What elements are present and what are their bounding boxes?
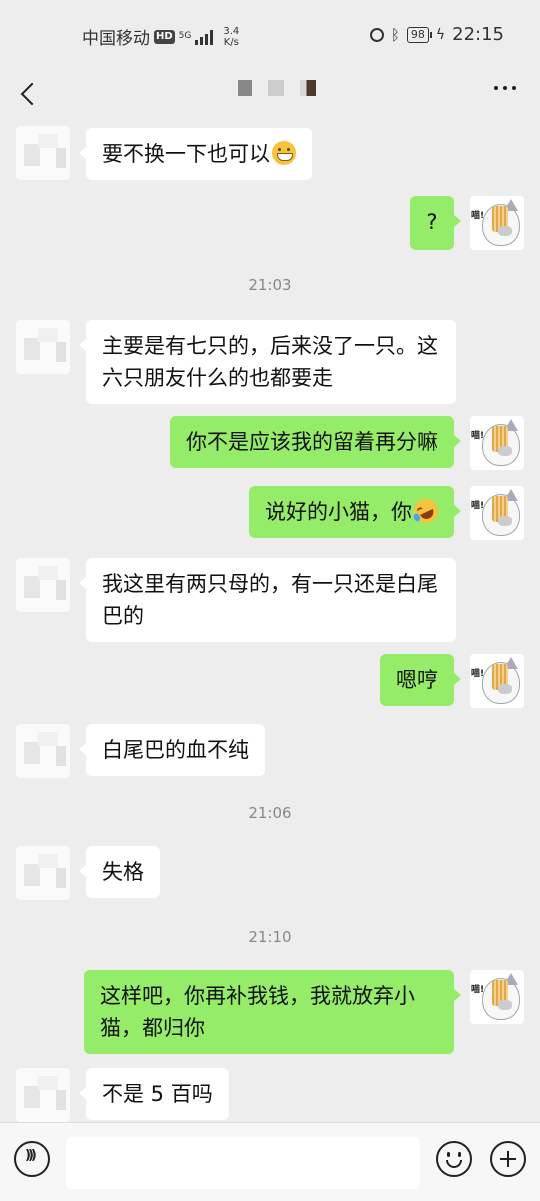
message-row: 白尾巴的血不纯 — [0, 724, 540, 780]
status-time: 22:15 — [452, 24, 504, 45]
message-row: 要不换一下也可以 — [0, 126, 540, 186]
avatar-sticker-text: 喵! — [471, 211, 485, 221]
speed-value: 3.4 — [223, 25, 240, 37]
message-row: 喵! 说好的小猫，你 — [0, 486, 540, 542]
chat-area[interactable]: 要不换一下也可以 喵! ? 21:03 主要是有七只的，后来没了一只。这六只朋友… — [0, 120, 540, 1122]
contact-avatar[interactable] — [16, 1068, 70, 1122]
my-avatar[interactable]: 喵! — [470, 486, 524, 540]
chat-header — [0, 68, 540, 120]
message-bubble-received[interactable]: 白尾巴的血不纯 — [79, 724, 265, 776]
message-bubble-received[interactable]: 要不换一下也可以 — [79, 128, 312, 180]
signal-icon — [195, 29, 214, 45]
avatar-sticker-text: 喵! — [471, 501, 485, 511]
message-bubble-received[interactable]: 不是 5 百吗 — [79, 1068, 229, 1120]
message-row: 主要是有七只的，后来没了一只。这六只朋友什么的也都要走 — [0, 320, 540, 404]
message-bubble-received[interactable]: 失格 — [79, 846, 160, 898]
contact-avatar[interactable] — [16, 126, 70, 180]
back-icon[interactable] — [20, 82, 44, 106]
my-avatar[interactable]: 喵! — [470, 970, 524, 1024]
message-text: 嗯哼 — [396, 668, 438, 692]
timestamp: 21:10 — [248, 928, 292, 946]
battery-icon: 98 — [406, 26, 432, 43]
message-text: 不是 5 百吗 — [102, 1082, 213, 1106]
avatar-sticker-text: 喵! — [471, 985, 485, 995]
charging-icon: ϟ — [435, 26, 446, 43]
message-text: 我这里有两只母的，有一只还是白尾巴的 — [102, 572, 438, 628]
contact-avatar[interactable] — [16, 724, 70, 778]
bluetooth-icon: ᛒ — [390, 25, 400, 44]
message-row: 不是 5 百吗 — [0, 1068, 540, 1124]
alarm-icon — [369, 27, 384, 42]
message-bubble-received[interactable]: 主要是有七只的，后来没了一只。这六只朋友什么的也都要走 — [79, 320, 456, 404]
message-text: 你不是应该我的留着再分嘛 — [186, 430, 438, 454]
message-text: 主要是有七只的，后来没了一只。这六只朋友什么的也都要走 — [102, 334, 438, 390]
my-avatar[interactable]: 喵! — [470, 416, 524, 470]
message-text: 说好的小猫，你 — [265, 500, 412, 524]
status-right: ᛒ 98 ϟ 22:15 — [369, 24, 504, 45]
timestamp: 21:06 — [248, 804, 292, 822]
status-left: 中国移动 HD 5G 3.4 K/s — [82, 24, 239, 50]
message-text: 失格 — [102, 860, 144, 884]
message-bubble-sent[interactable]: 这样吧，你再补我钱，我就放弃小猫，都归你 — [84, 970, 461, 1054]
message-bubble-sent[interactable]: 嗯哼 — [380, 654, 461, 706]
my-avatar[interactable]: 喵! — [470, 654, 524, 708]
speed-unit: K/s — [223, 36, 239, 48]
more-options-icon[interactable] — [494, 86, 516, 90]
carrier-label: 中国移动 — [82, 29, 150, 49]
message-row: 喵! 嗯哼 — [0, 654, 540, 710]
message-row: 喵! ? — [0, 196, 540, 256]
message-bubble-sent[interactable]: 说好的小猫，你 — [249, 486, 461, 538]
contact-avatar[interactable] — [16, 320, 70, 374]
message-text: ? — [426, 210, 438, 234]
grinning-emoji-icon — [272, 141, 296, 165]
contact-name-blurred — [238, 80, 332, 96]
input-bar — [0, 1122, 540, 1201]
message-input[interactable] — [66, 1137, 420, 1189]
my-avatar[interactable]: 喵! — [470, 196, 524, 250]
message-row: 喵! 你不是应该我的留着再分嘛 — [0, 416, 540, 472]
hd-icon: HD — [154, 29, 175, 44]
emoji-picker-icon[interactable] — [436, 1141, 472, 1177]
more-actions-plus-icon[interactable] — [490, 1141, 526, 1177]
timestamp: 21:03 — [248, 276, 292, 294]
message-bubble-sent[interactable]: ? — [410, 196, 461, 250]
rolling-laughing-emoji-icon — [410, 495, 442, 527]
avatar-sticker-text: 喵! — [471, 669, 485, 679]
network-speed: 3.4 K/s — [223, 26, 239, 48]
contact-avatar[interactable] — [16, 558, 70, 612]
message-text: 白尾巴的血不纯 — [102, 738, 249, 762]
avatar-sticker-text: 喵! — [471, 431, 485, 441]
message-text: 要不换一下也可以 — [102, 142, 270, 166]
voice-input-icon[interactable] — [14, 1141, 50, 1177]
message-row: 失格 — [0, 846, 540, 902]
message-bubble-sent[interactable]: 你不是应该我的留着再分嘛 — [170, 416, 461, 468]
message-row: 喵! 这样吧，你再补我钱，我就放弃小猫，都归你 — [0, 970, 540, 1054]
contact-avatar[interactable] — [16, 846, 70, 900]
network-type: 5G — [178, 31, 192, 41]
message-text: 这样吧，你再补我钱，我就放弃小猫，都归你 — [100, 984, 415, 1040]
status-bar: 中国移动 HD 5G 3.4 K/s ᛒ 98 ϟ 22:15 — [0, 0, 540, 68]
message-bubble-received[interactable]: 我这里有两只母的，有一只还是白尾巴的 — [79, 558, 456, 642]
message-row: 我这里有两只母的，有一只还是白尾巴的 — [0, 558, 540, 642]
